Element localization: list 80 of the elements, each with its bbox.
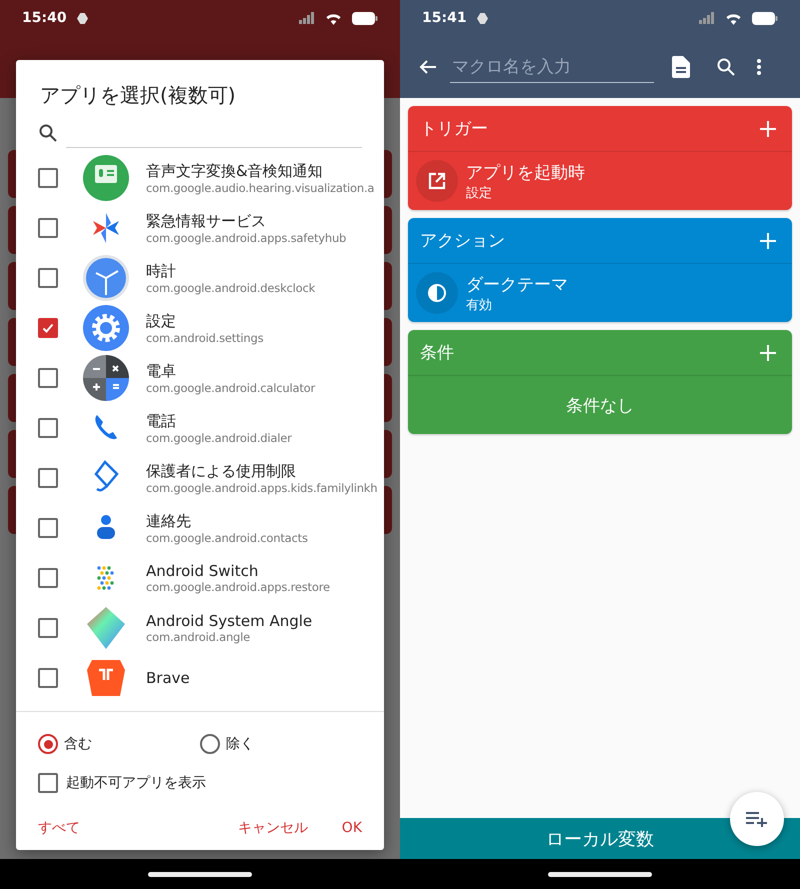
signal-icon: [699, 12, 715, 24]
package-name: com.google.android.contacts: [146, 530, 308, 544]
package-name: com.google.android.calculator: [146, 380, 316, 394]
package-name: com.google.android.apps.restore: [146, 580, 330, 594]
add-icon[interactable]: [760, 120, 776, 136]
add-icon[interactable]: [760, 232, 776, 248]
clock-app-icon: [83, 255, 129, 301]
app-name: Brave: [146, 669, 190, 687]
wifi-icon: [725, 12, 742, 24]
app-name: 設定: [146, 312, 177, 330]
section-title: アクション: [420, 230, 505, 252]
dialog-button[interactable]: すべて: [28, 815, 90, 841]
radio-button[interactable]: [38, 734, 58, 754]
bottom-bar-label: ローカル変数: [546, 828, 654, 850]
radio-label: 含む: [64, 735, 92, 753]
bottom-bar[interactable]: ローカル変数: [400, 818, 800, 859]
document-icon: [672, 56, 690, 78]
checkbox[interactable]: [38, 568, 58, 588]
app-name: Android Switch: [146, 562, 260, 580]
home-indicator[interactable]: [148, 872, 252, 876]
gear-app-icon: [83, 305, 129, 351]
checkbox[interactable]: [38, 773, 58, 793]
item-subtitle: 設定: [466, 184, 493, 202]
battery-icon: [352, 12, 378, 24]
item-subtitle: 有効: [466, 296, 493, 314]
wifi-icon: [325, 12, 342, 24]
package-name: com.google.audio.hearing.visualization.a: [146, 180, 374, 194]
radio-label: 除く: [226, 735, 254, 753]
battery-icon: [752, 12, 778, 24]
app-name: 保護者による使用制限: [146, 462, 297, 480]
item-title: ダークテーマ: [466, 274, 568, 296]
add-icon[interactable]: [760, 344, 776, 360]
checkbox[interactable]: [38, 668, 58, 688]
package-name: com.google.android.deskclock: [146, 280, 316, 294]
app-name: 電卓: [146, 362, 177, 380]
checkbox[interactable]: [38, 618, 58, 638]
more-icon: [756, 58, 762, 76]
checkbox[interactable]: [38, 218, 58, 238]
check-icon: [42, 322, 54, 334]
empty-text: 条件なし: [566, 394, 634, 416]
app-name: 電話: [146, 412, 177, 430]
package-name: com.google.android.dialer: [146, 430, 292, 444]
calculator-app-icon: [83, 355, 129, 401]
package-name: com.google.android.apps.kids.familylinkh: [146, 480, 378, 494]
section-title: トリガー: [420, 118, 488, 140]
open-external-icon: [427, 171, 447, 191]
app-name: Android System Angle: [146, 612, 312, 630]
checkbox[interactable]: [38, 268, 58, 288]
status-time: 15:40: [22, 10, 67, 26]
dots-app-icon: [97, 566, 115, 590]
search-icon: [38, 123, 58, 143]
checkbox[interactable]: [38, 518, 58, 538]
package-name: com.google.android.apps.safetyhub: [146, 230, 346, 244]
contrast-icon: [427, 283, 447, 303]
app-name: 連絡先: [146, 512, 192, 530]
package-name: com.android.angle: [146, 630, 252, 644]
search-icon: [716, 57, 736, 77]
package-name: com.android.settings: [146, 330, 264, 344]
item-title: アプリを起動時: [466, 162, 585, 184]
checkbox[interactable]: [38, 468, 58, 488]
status-time: 15:41: [422, 10, 467, 26]
section-title: 条件: [420, 342, 454, 364]
checkbox[interactable]: [38, 368, 58, 388]
home-indicator[interactable]: [548, 872, 652, 876]
signal-icon: [299, 12, 315, 24]
playlist-add-icon: [746, 811, 768, 827]
checkbox[interactable]: [38, 318, 58, 338]
dialog-button[interactable]: キャンセル: [228, 815, 318, 841]
lion-app-icon: [86, 658, 126, 698]
checkbox[interactable]: [38, 168, 58, 188]
checkbox[interactable]: [38, 418, 58, 438]
dialog-title: アプリを選択(複数可): [39, 82, 237, 109]
app-name: 音声文字変換&音検知通知: [146, 162, 324, 180]
app-name: 緊急情報サービス: [146, 212, 267, 230]
app-name: 時計: [146, 262, 177, 280]
caption-app-icon: [83, 155, 129, 201]
dialog-button[interactable]: OK: [332, 815, 372, 841]
checkbox-label: 起動不可アプリを表示: [66, 774, 206, 792]
radio-button[interactable]: [200, 734, 220, 754]
macro-name-field[interactable]: マクロ名を入力: [450, 52, 654, 82]
